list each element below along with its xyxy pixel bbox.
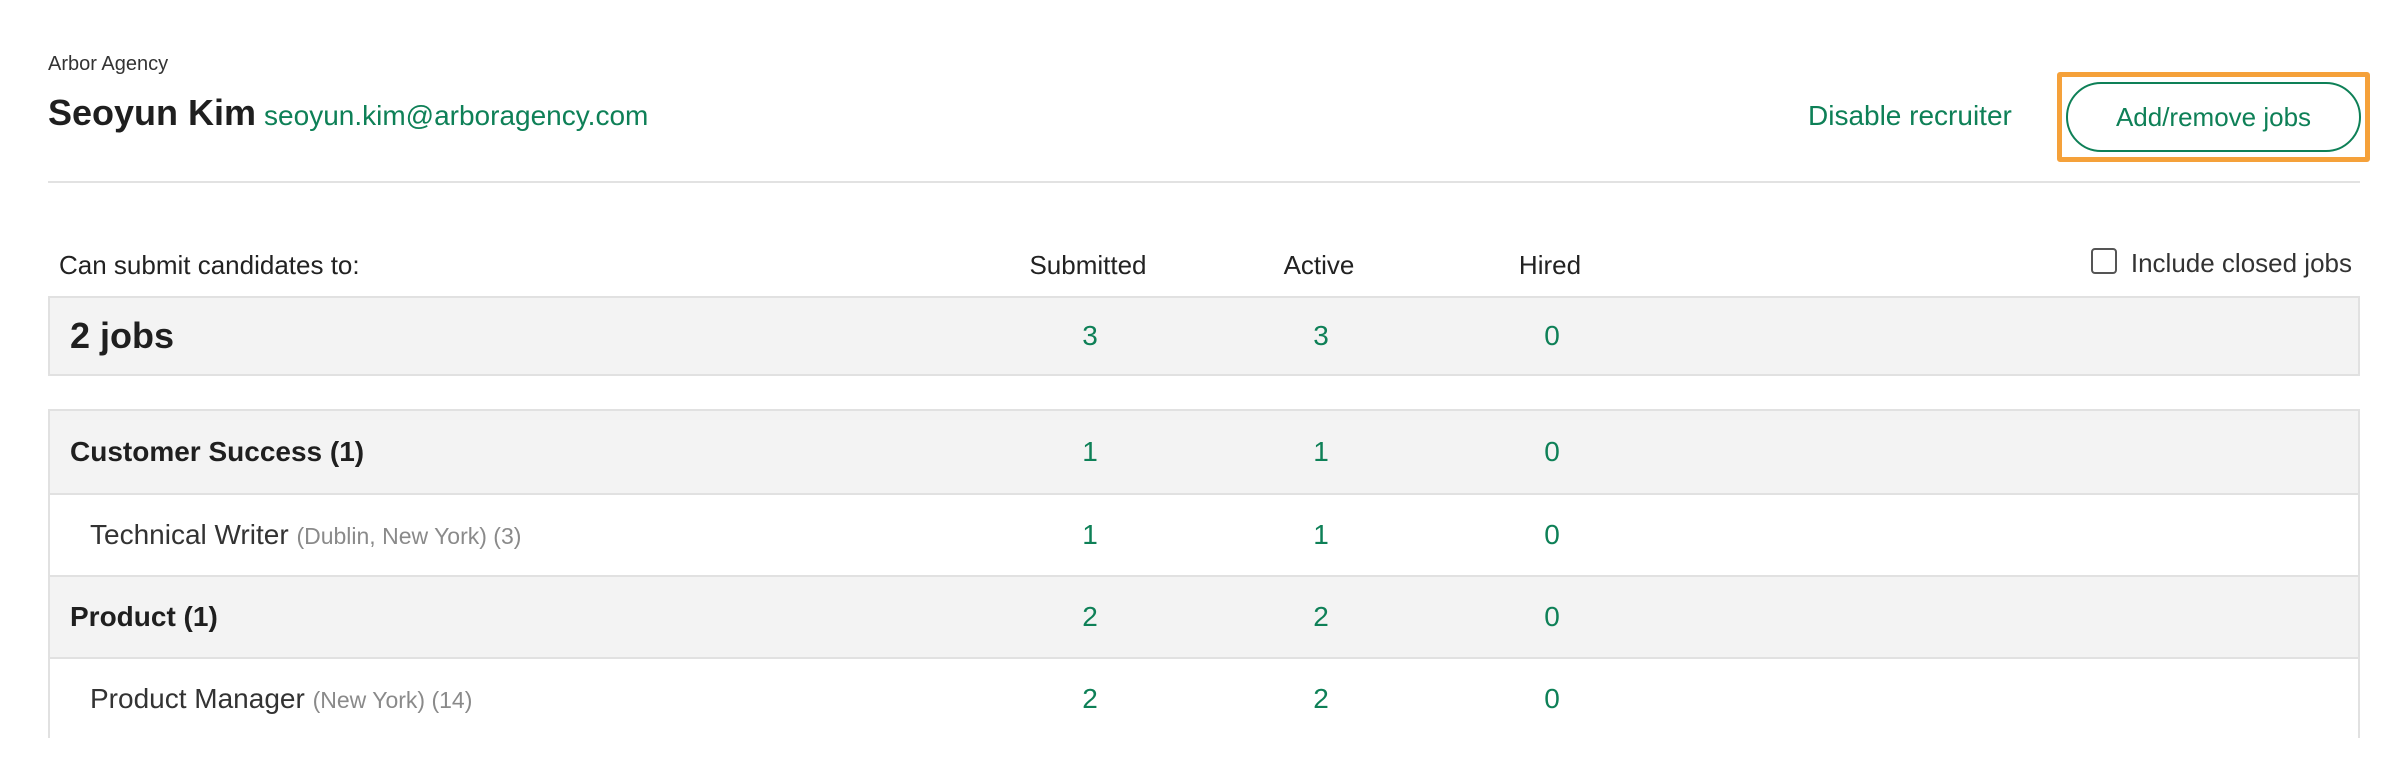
job-name: Technical Writer [90, 519, 289, 550]
department-row: Customer Success (1) 1 1 0 [50, 411, 2358, 493]
job-location-meta: (Dublin, New York) (3) [296, 523, 522, 549]
disable-recruiter-link[interactable]: Disable recruiter [1808, 100, 2012, 132]
department-active-count[interactable]: 1 [1241, 436, 1401, 468]
header-divider [48, 181, 2360, 183]
hired-column-header: Hired [1518, 250, 1582, 280]
agency-name: Arbor Agency [48, 53, 169, 75]
job-title: Technical Writer (Dublin, New York) (3) [90, 519, 521, 551]
jobs-count: 2 jobs [70, 315, 175, 356]
recruiter-email-link[interactable]: seoyun.kim@arboragency.com [264, 100, 648, 132]
department-hired-count[interactable]: 0 [1472, 601, 1632, 633]
job-submitted-count[interactable]: 1 [1010, 519, 1170, 551]
summary-hired-count[interactable]: 0 [1472, 320, 1632, 352]
include-closed-jobs-toggle[interactable]: Include closed jobs [2090, 247, 2352, 279]
recruiter-name: Seoyun Kim [48, 92, 257, 133]
add-remove-jobs-button[interactable]: Add/remove jobs [2066, 82, 2361, 152]
include-closed-jobs-label: Include closed jobs [2130, 248, 2352, 278]
department-name: Product (1) [70, 601, 218, 632]
job-submitted-count[interactable]: 2 [1010, 683, 1170, 715]
summary-submitted-count[interactable]: 3 [1010, 320, 1170, 352]
summary-active-count[interactable]: 3 [1241, 320, 1401, 352]
recruiter-page: Arbor Agency Seoyun Kim seoyun.kim@arbor… [0, 0, 2406, 784]
job-hired-count[interactable]: 0 [1472, 683, 1632, 715]
job-name: Product Manager [90, 683, 305, 714]
active-column-header: Active [1283, 250, 1355, 280]
jobs-summary-table: 2 jobs 3 3 0 [48, 296, 2360, 376]
job-location-meta: (New York) (14) [312, 687, 473, 713]
department-submitted-count[interactable]: 2 [1010, 601, 1170, 633]
include-closed-jobs-checkbox[interactable] [2090, 247, 2117, 274]
table-column-headers: Can submit candidates to: Submitted Acti… [48, 246, 2360, 286]
job-title: Product Manager (New York) (14) [90, 683, 472, 715]
job-active-count[interactable]: 2 [1241, 683, 1401, 715]
department-submitted-count[interactable]: 1 [1010, 436, 1170, 468]
department-active-count[interactable]: 2 [1241, 601, 1401, 633]
job-row: Technical Writer (Dublin, New York) (3) … [50, 493, 2358, 575]
job-hired-count[interactable]: 0 [1472, 519, 1632, 551]
department-row: Product (1) 2 2 0 [50, 575, 2358, 657]
job-active-count[interactable]: 1 [1241, 519, 1401, 551]
department-hired-count[interactable]: 0 [1472, 436, 1632, 468]
can-submit-label: Can submit candidates to: [59, 250, 360, 280]
submitted-column-header: Submitted [1029, 250, 1147, 280]
recruiter-header: Seoyun Kim seoyun.kim@arboragency.com [48, 92, 648, 134]
department-name: Customer Success (1) [70, 436, 365, 467]
department-jobs-table: Customer Success (1) 1 1 0 Technical Wri… [48, 409, 2360, 739]
jobs-summary-row: 2 jobs 3 3 0 [50, 298, 2358, 374]
job-row: Product Manager (New York) (14) 2 2 0 [50, 657, 2358, 739]
